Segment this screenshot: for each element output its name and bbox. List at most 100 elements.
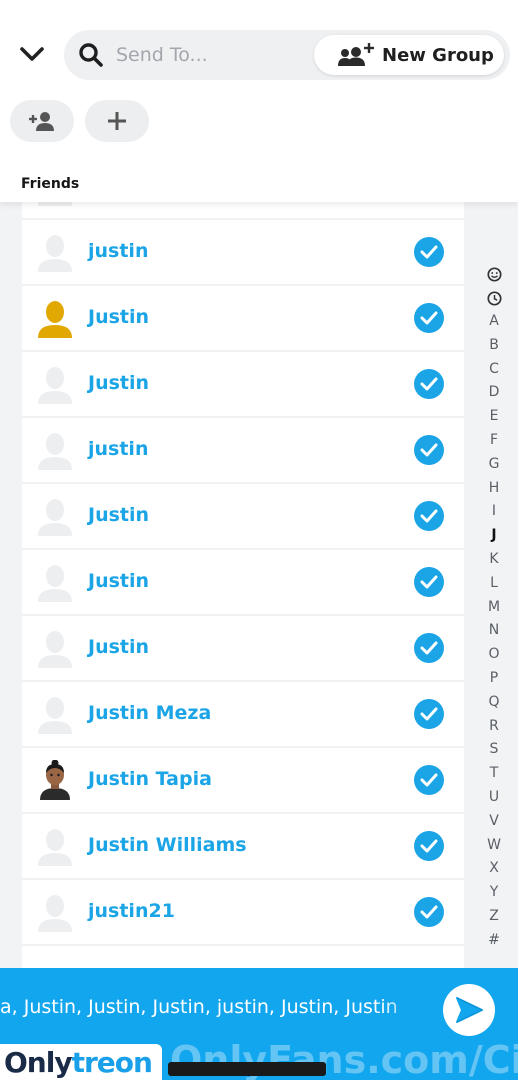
send-button[interactable] [443, 984, 495, 1036]
smiley-icon [486, 266, 502, 282]
check-icon [420, 905, 438, 919]
search-icon [79, 43, 103, 67]
alpha-letter[interactable]: T [478, 762, 510, 786]
list-item[interactable]: Justin [22, 350, 464, 415]
alphabet-index[interactable]: A B C D E F G H I J K L M N O P Q R S T U V W X Y Z # [478, 262, 510, 953]
selected-checkmark[interactable] [414, 831, 444, 861]
add-friend-button[interactable] [10, 100, 74, 142]
search-bar[interactable]: New Group [64, 30, 510, 80]
alpha-letter[interactable]: E [478, 405, 510, 429]
alpha-letter[interactable]: K [478, 548, 510, 572]
alpha-letter[interactable]: S [478, 738, 510, 762]
list-item[interactable]: Justin Williams [22, 812, 464, 877]
default-avatar-icon [38, 631, 72, 668]
default-avatar-icon [38, 367, 72, 404]
watermark-bar [168, 1062, 326, 1076]
list-item-partial[interactable] [22, 944, 464, 970]
list-item[interactable]: justin21 [22, 878, 464, 943]
check-icon [420, 839, 438, 853]
list-item[interactable]: Justin [22, 284, 464, 349]
selected-checkmark[interactable] [414, 303, 444, 333]
friend-name: Justin [88, 504, 150, 526]
alpha-smiley[interactable] [486, 262, 502, 286]
new-group-button[interactable]: New Group [314, 35, 504, 75]
header: New Group Friends [0, 0, 518, 202]
default-avatar-icon [38, 565, 72, 602]
add-friend-icon [29, 112, 54, 131]
alpha-letter[interactable]: J [478, 524, 510, 548]
selected-checkmark[interactable] [414, 633, 444, 663]
default-avatar-icon [38, 697, 72, 734]
friend-name: Justin Tapia [88, 768, 212, 790]
list-item[interactable]: Justin Meza [22, 680, 464, 745]
alpha-letter[interactable]: C [478, 358, 510, 382]
check-icon [420, 311, 438, 325]
selected-checkmark[interactable] [414, 897, 444, 927]
selected-checkmark[interactable] [414, 699, 444, 729]
friend-name: Justin [88, 372, 150, 394]
send-bar[interactable]: a, Justin, Justin, Justin, justin, Justi… [0, 968, 518, 1080]
selected-checkmark[interactable] [414, 435, 444, 465]
alpha-letter[interactable]: Y [478, 881, 510, 905]
alpha-letter[interactable]: F [478, 429, 510, 453]
alpha-letter[interactable]: W [478, 834, 510, 858]
alpha-letter[interactable]: D [478, 381, 510, 405]
check-icon [420, 245, 438, 259]
alpha-letter[interactable]: P [478, 667, 510, 691]
selected-checkmark[interactable] [414, 501, 444, 531]
alpha-letter[interactable]: V [478, 810, 510, 834]
list-item[interactable]: Justin [22, 548, 464, 613]
status-bar-remnant [0, 0, 518, 4]
check-icon [420, 575, 438, 589]
alpha-letter[interactable]: N [478, 619, 510, 643]
friends-section-label: Friends [21, 176, 80, 192]
friends-list[interactable]: justin Justin Justin justin Justin Justi… [22, 190, 464, 970]
alpha-letter[interactable]: X [478, 857, 510, 881]
check-icon [420, 377, 438, 391]
selected-recipients[interactable]: a, Justin, Justin, Justin, justin, Justi… [0, 996, 432, 1028]
default-avatar-icon [38, 499, 72, 536]
alpha-letter[interactable]: Z [478, 905, 510, 929]
alpha-letter[interactable]: H [478, 477, 510, 501]
default-avatar-icon [38, 895, 72, 932]
alpha-letter[interactable]: Q [478, 691, 510, 715]
friend-name: justin [88, 438, 149, 460]
list-item[interactable]: Justin [22, 614, 464, 679]
list-item[interactable]: Justin [22, 482, 464, 547]
check-icon [420, 707, 438, 721]
collapse-button[interactable] [14, 38, 50, 70]
check-icon [420, 773, 438, 787]
add-button[interactable] [85, 100, 149, 142]
selected-checkmark[interactable] [414, 369, 444, 399]
friend-name: Justin Meza [88, 702, 212, 724]
selected-checkmark[interactable] [414, 567, 444, 597]
search-input[interactable] [116, 40, 306, 70]
selected-checkmark[interactable] [414, 765, 444, 795]
alpha-letter[interactable]: R [478, 715, 510, 739]
selected-checkmark[interactable] [414, 237, 444, 267]
default-avatar-icon [38, 433, 72, 470]
alpha-letter[interactable]: B [478, 334, 510, 358]
alpha-recent[interactable] [486, 286, 502, 310]
new-group-label: New Group [382, 44, 494, 66]
check-icon [420, 641, 438, 655]
alpha-letter[interactable]: # [478, 929, 510, 953]
alpha-letter[interactable]: A [478, 310, 510, 334]
friend-name: Justin Williams [88, 834, 247, 856]
check-icon [420, 443, 438, 457]
alpha-letter[interactable]: L [478, 572, 510, 596]
send-arrow-icon [456, 997, 484, 1023]
list-item[interactable]: justin [22, 416, 464, 481]
alpha-letter[interactable]: O [478, 643, 510, 667]
alpha-letter[interactable]: G [478, 453, 510, 477]
list-item[interactable]: Justin Tapia [22, 746, 464, 811]
list-item[interactable]: justin [22, 218, 464, 283]
chevron-down-icon [20, 47, 44, 61]
alpha-letter[interactable]: U [478, 786, 510, 810]
alpha-letter[interactable]: I [478, 500, 510, 524]
alpha-letter[interactable]: M [478, 596, 510, 620]
gold-avatar-icon [38, 301, 72, 338]
friend-name: Justin [88, 570, 150, 592]
friend-name: Justin [88, 306, 150, 328]
default-avatar-icon [38, 235, 72, 272]
